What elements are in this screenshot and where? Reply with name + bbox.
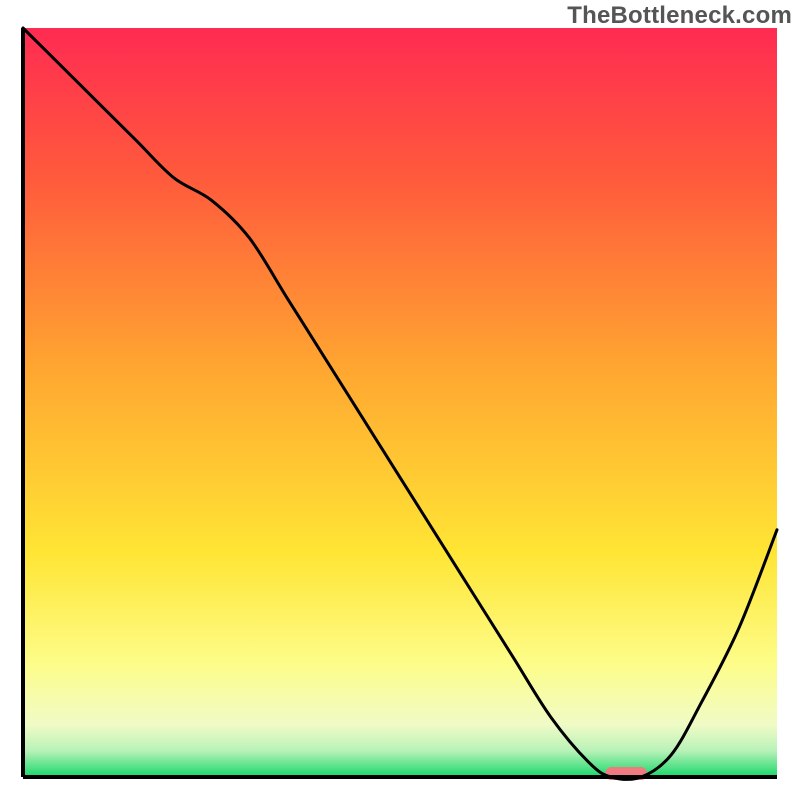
watermark-text: TheBottleneck.com	[567, 2, 792, 30]
chart-frame: TheBottleneck.com	[0, 0, 800, 800]
bottleneck-chart	[0, 0, 800, 800]
